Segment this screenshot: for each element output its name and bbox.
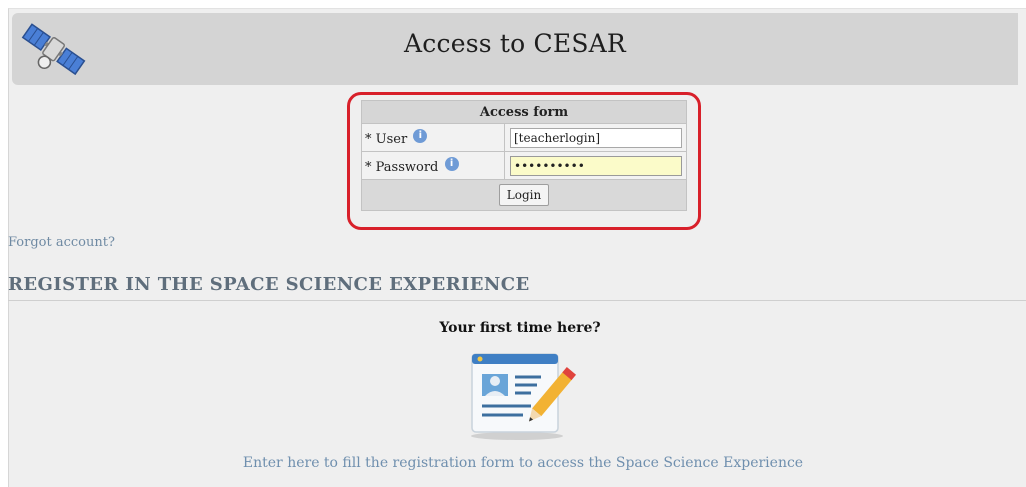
- user-input[interactable]: [510, 127, 682, 148]
- login-button-row: Login: [361, 179, 687, 211]
- registration-link[interactable]: Enter here to fill the registration form…: [0, 455, 1026, 471]
- section-divider: [8, 300, 1026, 301]
- password-field-cell: [504, 151, 687, 180]
- info-icon[interactable]: i: [413, 128, 428, 143]
- first-time-text: Your first time here?: [439, 320, 601, 336]
- page-title: Access to CESAR: [404, 29, 626, 58]
- password-input[interactable]: [510, 155, 682, 176]
- registration-form-icon[interactable]: [467, 350, 577, 442]
- access-form: Access form * User i * Password i Login: [361, 100, 687, 211]
- user-label-cell: * User i: [361, 123, 505, 152]
- password-label: * Password: [365, 159, 439, 175]
- user-label: * User: [365, 131, 408, 147]
- access-form-title: Access form: [361, 100, 687, 124]
- login-button[interactable]: Login: [498, 184, 550, 206]
- info-icon[interactable]: i: [444, 156, 459, 171]
- page-header: Access to CESAR: [12, 13, 1018, 85]
- register-heading: REGISTER IN THE SPACE SCIENCE EXPERIENCE: [8, 274, 530, 295]
- forgot-account-link[interactable]: Forgot account?: [8, 235, 115, 250]
- password-label-cell: * Password i: [361, 151, 505, 180]
- user-field-cell: [504, 123, 687, 152]
